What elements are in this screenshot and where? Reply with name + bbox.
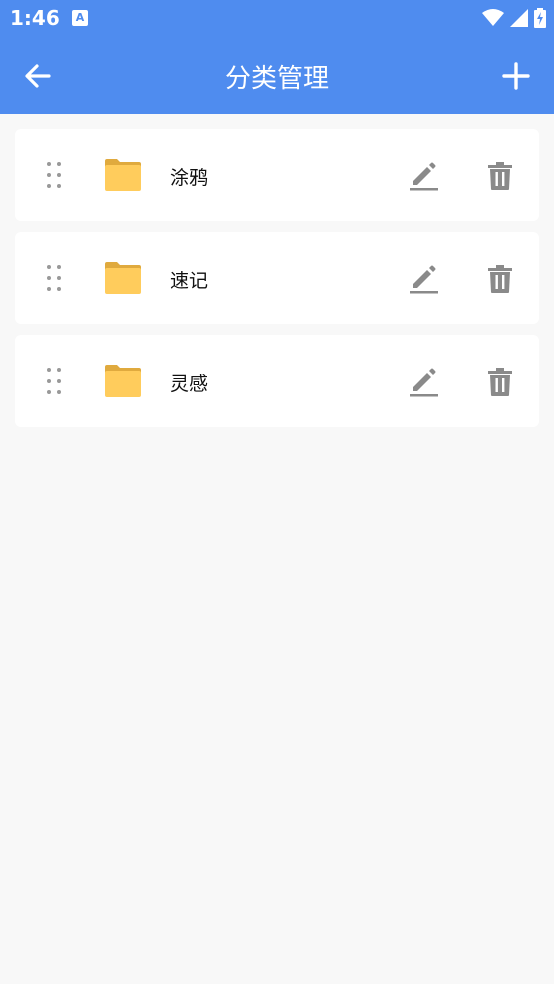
status-time: 1:46	[10, 6, 60, 30]
drag-handle[interactable]	[45, 367, 63, 395]
folder-icon	[105, 260, 141, 296]
drag-handle-icon	[47, 265, 61, 291]
add-category-button[interactable]	[500, 60, 532, 92]
category-label: 灵感	[170, 373, 209, 395]
signal-icon	[510, 9, 528, 27]
category-item[interactable]: 速记	[15, 232, 539, 324]
battery-charging-icon	[534, 8, 546, 28]
drag-handle[interactable]	[45, 264, 63, 292]
category-label: 速记	[170, 270, 209, 292]
status-bar: 1:46 A	[0, 0, 554, 38]
pencil-icon	[410, 368, 438, 397]
notification-a-icon: A	[72, 10, 88, 26]
wifi-icon	[482, 9, 504, 26]
status-icons	[482, 8, 546, 28]
trash-icon	[488, 265, 512, 293]
folder-icon	[105, 157, 141, 193]
category-list: 涂鸦 速记 灵感	[15, 129, 539, 438]
plus-icon	[502, 62, 530, 90]
pencil-icon	[410, 162, 438, 191]
edit-button[interactable]	[409, 365, 439, 397]
drag-handle-icon	[47, 368, 61, 394]
category-label: 涂鸦	[170, 167, 209, 189]
drag-handle[interactable]	[45, 161, 63, 189]
folder-icon	[105, 363, 141, 399]
category-item[interactable]: 灵感	[15, 335, 539, 427]
delete-button[interactable]	[487, 264, 513, 294]
drag-handle-icon	[47, 162, 61, 188]
edit-button[interactable]	[409, 262, 439, 294]
delete-button[interactable]	[487, 161, 513, 191]
trash-icon	[488, 162, 512, 190]
pencil-icon	[410, 265, 438, 294]
delete-button[interactable]	[487, 367, 513, 397]
app-bar: 分类管理	[0, 38, 554, 114]
page-title: 分类管理	[224, 64, 329, 94]
trash-icon	[488, 368, 512, 396]
category-item[interactable]: 涂鸦	[15, 129, 539, 221]
edit-button[interactable]	[409, 159, 439, 191]
